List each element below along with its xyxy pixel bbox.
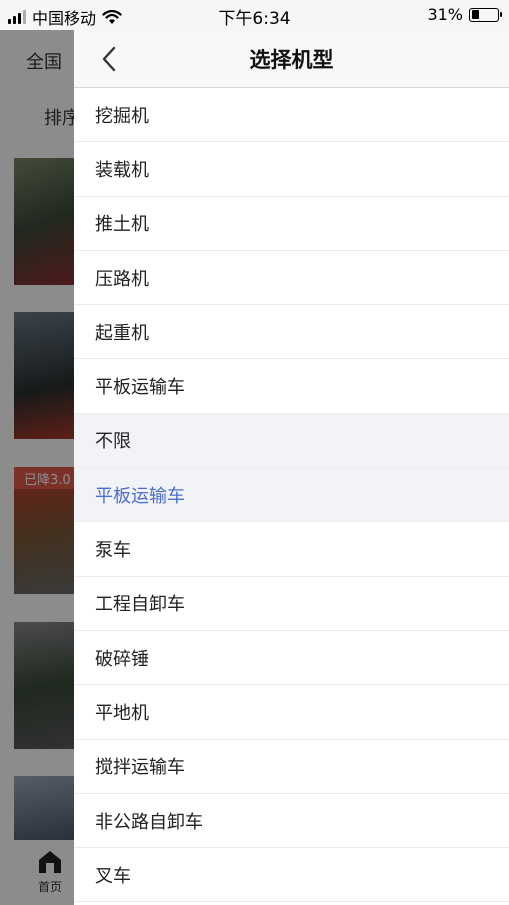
page-title: 选择机型 bbox=[249, 48, 334, 72]
battery-percent: 31% bbox=[427, 5, 463, 24]
list-item[interactable]: 破碎锤 bbox=[74, 630, 509, 686]
list-item[interactable]: 压路机 bbox=[74, 250, 509, 306]
list-item-selected[interactable]: 平板运输车 bbox=[74, 468, 509, 523]
machine-type-list: 挖掘机 装载机 推土机 压路机 起重机 平板运输车 不限 平板运输车 泵车 工程… bbox=[74, 88, 509, 903]
battery-fill bbox=[471, 10, 480, 19]
list-item[interactable]: 工程自卸车 bbox=[74, 576, 509, 631]
status-bar: 中国移动 下午6:34 31% bbox=[0, 0, 509, 30]
drawer-nav-bar: 选择机型 bbox=[74, 30, 509, 88]
list-item[interactable]: 平地机 bbox=[74, 685, 509, 740]
list-item[interactable]: 非公路自卸车 bbox=[74, 793, 509, 849]
list-item[interactable]: 挖掘机 bbox=[74, 88, 509, 143]
list-item-unlimited[interactable]: 不限 bbox=[74, 413, 509, 469]
list-item[interactable]: 泵车 bbox=[74, 522, 509, 577]
list-item[interactable]: 推土机 bbox=[74, 196, 509, 251]
battery-icon bbox=[469, 7, 502, 22]
list-item[interactable]: 起重机 bbox=[74, 305, 509, 360]
status-right: 31% bbox=[427, 5, 502, 24]
list-item[interactable]: 叉车 bbox=[74, 848, 509, 903]
list-item[interactable]: 装载机 bbox=[74, 142, 509, 197]
list-item[interactable]: 平板运输车 bbox=[74, 359, 509, 414]
list-item[interactable]: 搅拌运输车 bbox=[74, 739, 509, 794]
machine-type-drawer: 选择机型 挖掘机 装载机 推土机 压路机 起重机 平板运输车 不限 平板运输车 … bbox=[74, 30, 509, 905]
